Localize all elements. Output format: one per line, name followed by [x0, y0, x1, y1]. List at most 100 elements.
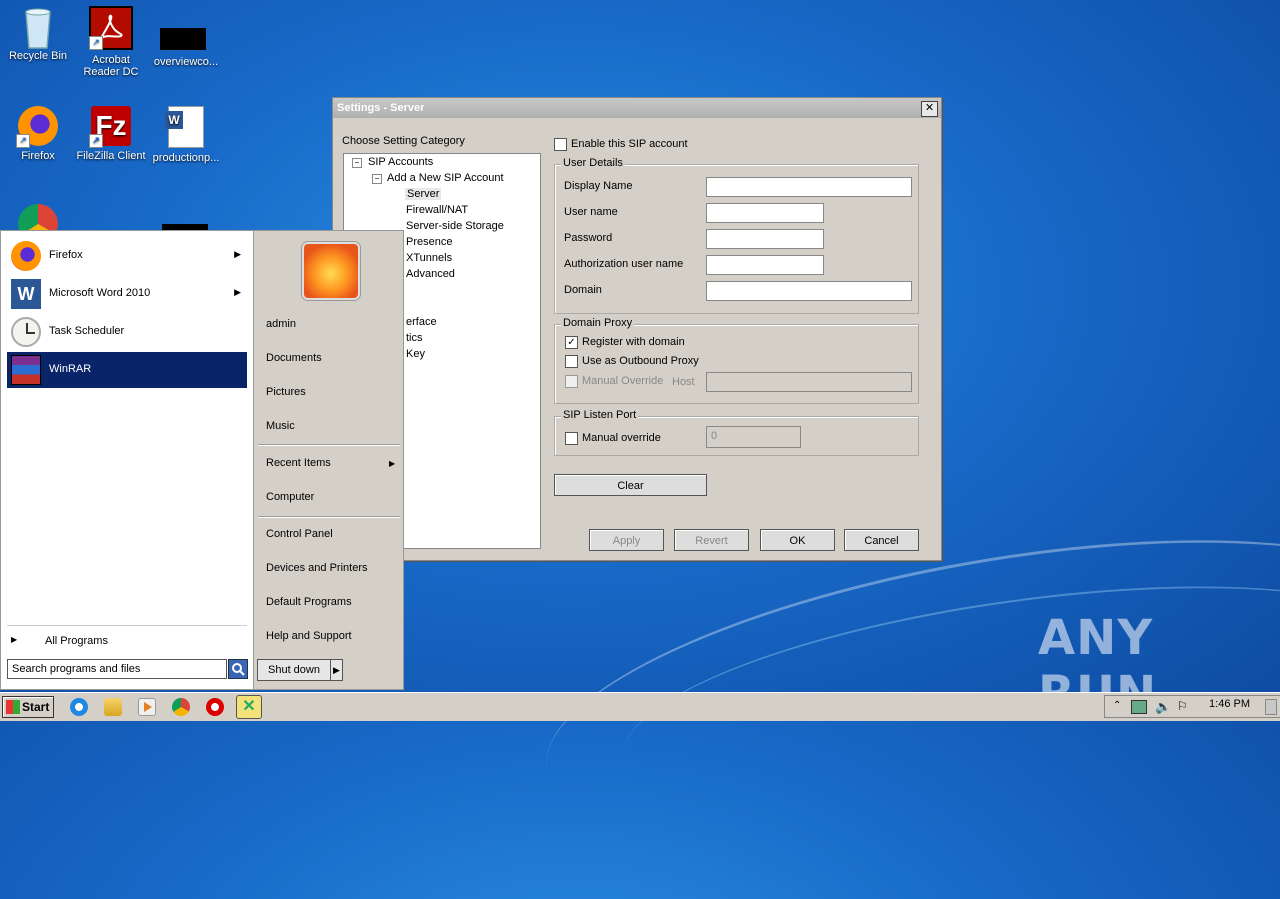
- start-button[interactable]: Start: [2, 696, 54, 718]
- desktop-icon-label: overviewco...: [153, 56, 219, 68]
- menu-item-documents[interactable]: Documents: [266, 352, 322, 364]
- collapse-icon[interactable]: −: [372, 174, 382, 184]
- show-desktop-button[interactable]: [1265, 699, 1277, 715]
- opera-icon[interactable]: [206, 698, 224, 716]
- tree-item-interface[interactable]: erface: [406, 316, 437, 328]
- program-winrar[interactable]: WinRAR: [7, 352, 247, 388]
- folder-icon[interactable]: [104, 698, 122, 716]
- outbound-proxy-label: Use as Outbound Proxy: [582, 355, 699, 367]
- desktop-icon-label: Recycle Bin: [8, 50, 68, 62]
- tree-item-presence[interactable]: Presence: [406, 236, 452, 248]
- program-task-scheduler[interactable]: Task Scheduler: [7, 314, 247, 350]
- user-name-field[interactable]: [706, 203, 824, 223]
- collapse-icon[interactable]: −: [352, 158, 362, 168]
- menu-item-help-support[interactable]: Help and Support: [266, 630, 352, 642]
- cancel-button[interactable]: Cancel: [844, 529, 919, 551]
- desktop-icon-recycle-bin[interactable]: Recycle Bin: [0, 6, 76, 62]
- apply-button[interactable]: Apply: [589, 529, 664, 551]
- tree-item-key[interactable]: Key: [406, 348, 425, 360]
- program-label: Firefox: [49, 249, 83, 261]
- start-menu: Firefox ▶ W Microsoft Word 2010 ▶ Task S…: [0, 230, 404, 690]
- menu-item-music[interactable]: Music: [266, 420, 295, 432]
- register-with-domain-checkbox[interactable]: ✓: [565, 336, 578, 349]
- tree-item-xtunnels[interactable]: XTunnels: [406, 252, 452, 264]
- desktop-icon-label: FileZilla Client: [76, 150, 146, 162]
- app-x-icon[interactable]: ✕: [236, 695, 262, 719]
- display-name-label: Display Name: [564, 180, 633, 192]
- menu-item-pictures[interactable]: Pictures: [266, 386, 306, 398]
- search-button[interactable]: [228, 659, 248, 679]
- shortcut-arrow-icon: ↗: [89, 134, 103, 148]
- menu-item-default-programs[interactable]: Default Programs: [266, 596, 352, 608]
- auth-user-name-field[interactable]: [706, 255, 824, 275]
- user-avatar[interactable]: [302, 242, 360, 300]
- program-word[interactable]: W Microsoft Word 2010 ▶: [7, 276, 247, 312]
- user-details-title: User Details: [561, 157, 625, 169]
- host-field: [706, 372, 912, 392]
- tree-item-statistics[interactable]: tics: [406, 332, 423, 344]
- outbound-proxy-checkbox[interactable]: [565, 355, 578, 368]
- chrome-icon[interactable]: [172, 698, 190, 716]
- domain-field[interactable]: [706, 281, 912, 301]
- tree-item-add-sip-account[interactable]: Add a New SIP Account: [387, 172, 504, 184]
- desktop-icon-overview[interactable]: overviewco...: [148, 6, 224, 68]
- program-label: Microsoft Word 2010: [49, 287, 151, 299]
- system-tray: ⌃ 🔈 ⚐: [1104, 695, 1280, 718]
- tree-item-sip-accounts[interactable]: SIP Accounts: [368, 156, 433, 168]
- desktop-icon-production[interactable]: W productionp...: [148, 106, 224, 164]
- settings-dialog: Settings - Server ✕ Choose Setting Categ…: [332, 97, 942, 561]
- ok-button[interactable]: OK: [760, 529, 835, 551]
- desktop-icon-filezilla[interactable]: Fz ↗ FileZilla Client: [73, 106, 149, 162]
- domain-proxy-title: Domain Proxy: [561, 317, 635, 329]
- shut-down-options-button[interactable]: ▶: [330, 659, 343, 681]
- action-center-flag-icon[interactable]: ⚐: [1177, 699, 1188, 713]
- shortcut-arrow-icon: ↗: [16, 134, 30, 148]
- network-icon[interactable]: [1131, 700, 1147, 714]
- listen-port-override-checkbox[interactable]: [565, 432, 578, 445]
- revert-button[interactable]: Revert: [674, 529, 749, 551]
- media-player-icon[interactable]: [138, 698, 156, 716]
- submenu-arrow-icon: ▶: [389, 459, 396, 468]
- dialog-title: Settings - Server: [337, 102, 425, 114]
- word-icon: W: [11, 279, 41, 309]
- submenu-arrow-icon[interactable]: ▶: [234, 287, 241, 298]
- shut-down-button[interactable]: Shut down: [257, 659, 331, 681]
- menu-item-computer[interactable]: Computer: [266, 491, 314, 503]
- windows-flag-icon: [6, 700, 20, 714]
- close-button[interactable]: ✕: [921, 101, 938, 117]
- clock-icon: [11, 317, 41, 347]
- desktop-icon-firefox[interactable]: ↗ Firefox: [0, 106, 76, 162]
- tree-item-server[interactable]: Server: [405, 188, 442, 200]
- menu-item-control-panel[interactable]: Control Panel: [266, 528, 333, 540]
- enable-sip-account-checkbox[interactable]: [554, 138, 567, 151]
- desktop-icon-label: Acrobat Reader DC: [83, 54, 139, 78]
- dialog-titlebar[interactable]: Settings - Server: [333, 98, 941, 118]
- all-programs-link[interactable]: All Programs: [45, 635, 108, 647]
- menu-item-devices-printers[interactable]: Devices and Printers: [266, 562, 368, 574]
- listen-port-field: 0: [706, 426, 801, 448]
- category-label: Choose Setting Category: [342, 135, 465, 147]
- program-firefox[interactable]: Firefox ▶: [7, 238, 247, 274]
- volume-icon[interactable]: 🔈: [1155, 699, 1171, 715]
- tree-item-advanced[interactable]: Advanced: [406, 268, 455, 280]
- start-menu-programs-pane: Firefox ▶ W Microsoft Word 2010 ▶ Task S…: [0, 230, 254, 690]
- winrar-icon: [11, 355, 41, 385]
- acrobat-icon: ↗: [89, 6, 133, 50]
- menu-item-admin[interactable]: admin: [266, 318, 296, 330]
- submenu-arrow-icon[interactable]: ▶: [234, 249, 241, 260]
- clear-button[interactable]: Clear: [554, 474, 707, 496]
- desktop-icon-acrobat[interactable]: ↗ Acrobat Reader DC: [73, 6, 149, 78]
- search-icon: [232, 663, 245, 676]
- menu-item-recent-items[interactable]: Recent Items: [266, 457, 331, 469]
- search-input[interactable]: Search programs and files: [7, 659, 227, 679]
- tree-item-firewall-nat[interactable]: Firewall/NAT: [406, 204, 468, 216]
- tree-item-server-side-storage[interactable]: Server-side Storage: [406, 220, 504, 232]
- clock[interactable]: 1:46 PM: [1209, 698, 1250, 710]
- password-field[interactable]: [706, 229, 824, 249]
- display-name-field[interactable]: [706, 177, 912, 197]
- show-hidden-icons-icon[interactable]: ⌃: [1113, 700, 1121, 711]
- listen-port-override-label: Manual override: [582, 432, 661, 444]
- shortcut-arrow-icon: ↗: [89, 36, 103, 50]
- internet-explorer-icon[interactable]: [70, 698, 88, 716]
- user-name-label: User name: [564, 206, 618, 218]
